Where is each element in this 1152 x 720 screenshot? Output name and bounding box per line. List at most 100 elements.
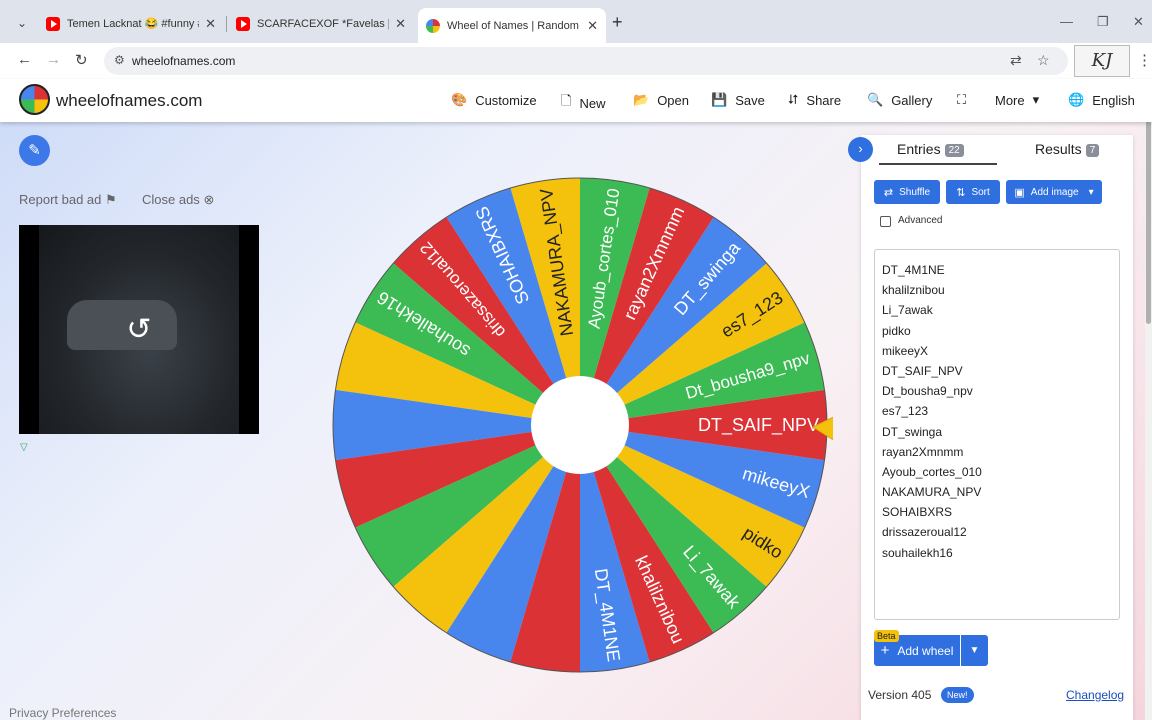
- entry-line: souhailekh16: [882, 545, 953, 560]
- main-page: ✎ Report bad ad ⚑ Close ads ⊗ ↺ ▽ Privac…: [0, 122, 1152, 720]
- folder-open-icon: 📂: [633, 92, 650, 107]
- close-window-icon[interactable]: ✕: [1133, 14, 1144, 30]
- entry-line: DT_swinga: [882, 424, 943, 439]
- tab-title: Wheel of Names | Random nam: [447, 19, 581, 32]
- active-tab-indicator: [879, 163, 997, 165]
- language-button[interactable]: 🌐 English: [1068, 92, 1135, 108]
- fullscreen-icon: ⛶: [957, 92, 967, 107]
- wheel-slice-label: DT_SAIF_NPV: [698, 415, 819, 436]
- share-button[interactable]: ⮃ Share: [788, 92, 841, 108]
- browser-menu-icon[interactable]: ⋮: [1137, 51, 1152, 69]
- entries-panel: Entries 22 Results 7 ⇄ Shuffle ⇅ Sort ▣ Add i…: [861, 135, 1133, 720]
- share-icon: ⮃: [788, 92, 799, 107]
- ad-video[interactable]: ↺: [19, 225, 259, 434]
- site-name[interactable]: wheelofnames.com: [56, 91, 202, 111]
- shuffle-button[interactable]: ⇄ Shuffle: [874, 180, 940, 204]
- edit-icon[interactable]: ✎: [19, 135, 50, 166]
- chevron-right-icon[interactable]: ›: [848, 137, 873, 162]
- tab-title: Temen Lacknat 😂 #funny #sho: [67, 18, 199, 30]
- replay-icon[interactable]: ↺: [119, 310, 159, 350]
- entry-line: DT_SAIF_NPV: [882, 363, 963, 378]
- close-tab-icon[interactable]: ✕: [205, 16, 216, 32]
- entry-line: khalilznibou: [882, 283, 945, 298]
- translate-icon[interactable]: ⇄: [1010, 52, 1022, 69]
- tab-results[interactable]: Results 7: [1035, 141, 1100, 157]
- back-icon[interactable]: ←: [17, 51, 32, 68]
- open-button[interactable]: 📂 Open: [633, 92, 689, 108]
- close-circle-icon: ⊗: [203, 192, 215, 207]
- chevron-down-icon: ▾: [1032, 92, 1040, 107]
- site-logo[interactable]: [19, 84, 50, 115]
- beta-badge: Beta: [874, 630, 899, 642]
- plus-icon: +: [880, 642, 890, 659]
- results-count-badge: 7: [1085, 144, 1100, 157]
- search-icon: 🔍: [867, 92, 884, 107]
- site-header: wheelofnames.com 🎨 Customize 🗋 New 📂 Open 💾…: [0, 79, 1152, 122]
- new-button[interactable]: 🗋 New: [561, 92, 605, 114]
- file-icon: 🗋: [561, 93, 572, 108]
- save-button[interactable]: 💾 Save: [711, 92, 765, 108]
- close-tab-icon[interactable]: ✕: [587, 18, 598, 34]
- forward-icon[interactable]: →: [46, 51, 61, 68]
- browser-toolbar: ← → ↻ ⚙ wheelofnames.com ⇄ ☆ KJ ⋮: [0, 43, 1152, 79]
- save-icon: 💾: [711, 92, 728, 107]
- tab-entries[interactable]: Entries 22: [897, 141, 964, 157]
- star-icon[interactable]: ☆: [1037, 52, 1050, 69]
- version-text: Version 405: [868, 688, 932, 702]
- fullscreen-button[interactable]: ⛶: [957, 92, 974, 108]
- ad-choices-icon[interactable]: ▽: [20, 442, 28, 453]
- entry-line: mikeeyX: [882, 343, 929, 358]
- changelog-link[interactable]: Changelog: [1066, 688, 1124, 702]
- wheel-center-button[interactable]: [531, 376, 629, 474]
- tab-search-icon[interactable]: ⌄: [10, 12, 34, 34]
- advanced-checkbox[interactable]: [880, 216, 891, 227]
- tab-title: SCARFACEXOF *Favelas [BOBO: [257, 17, 389, 30]
- globe-icon: 🌐: [1068, 92, 1085, 107]
- minimize-icon[interactable]: —: [1060, 14, 1073, 29]
- youtube-icon: [46, 16, 60, 31]
- browser-tab-bar: ⌄ Temen Lacknat 😂 #funny #sho ✕ SCARFACE…: [0, 0, 1152, 43]
- sort-icon: ⇅: [956, 186, 966, 199]
- entry-line: DT_4M1NE: [882, 263, 945, 277]
- entry-line: SOHAIBXRS: [882, 505, 953, 520]
- entry-line: Ayoub_cortes_010: [882, 464, 982, 479]
- privacy-preferences-link[interactable]: Privacy Preferences: [9, 706, 116, 720]
- entry-line: NAKAMURA_NPV: [882, 485, 982, 500]
- entry-line: pidko: [882, 323, 911, 338]
- browser-tab-1[interactable]: Temen Lacknat 😂 #funny #sho ✕: [38, 8, 224, 39]
- add-image-button[interactable]: ▣ Add image ▾: [1006, 180, 1102, 204]
- wheel[interactable]: DT_4M1NE khalilznibouLi_7awakpidkomikeeyX…: [327, 164, 833, 684]
- address-bar[interactable]: ⚙ wheelofnames.com ⇄ ☆: [104, 47, 1068, 75]
- chevron-down-icon: ▾: [1088, 186, 1094, 198]
- close-ads-link[interactable]: Close ads ⊗: [142, 192, 214, 208]
- advanced-label: Advanced: [898, 215, 943, 226]
- entry-line: drissazeroual12: [882, 525, 967, 540]
- url-text: wheelofnames.com: [132, 54, 236, 68]
- browser-tab-2[interactable]: SCARFACEXOF *Favelas [BOBO ✕: [228, 8, 414, 39]
- image-icon: ▣: [1014, 186, 1025, 199]
- entries-count-badge: 22: [944, 144, 964, 157]
- report-bad-ad-link[interactable]: Report bad ad ⚑: [19, 192, 117, 208]
- shuffle-icon: ⇄: [883, 186, 894, 199]
- entries-textarea[interactable]: DT_4M1NE khalilznibou Li_7awak pidko mik…: [874, 249, 1120, 620]
- reload-icon[interactable]: ↻: [75, 51, 88, 69]
- flag-icon: ⚑: [105, 192, 117, 207]
- gallery-button[interactable]: 🔍 Gallery: [867, 92, 932, 108]
- entry-line: rayan2Xmnmm: [882, 444, 964, 459]
- restore-icon[interactable]: ❐: [1097, 14, 1109, 30]
- entry-line: Li_7awak: [882, 303, 933, 318]
- add-wheel-dropdown[interactable]: ▼: [961, 635, 988, 666]
- customize-button[interactable]: 🎨 Customize: [451, 92, 537, 108]
- close-tab-icon[interactable]: ✕: [395, 16, 406, 32]
- youtube-icon: [236, 16, 250, 31]
- browser-tab-3[interactable]: Wheel of Names | Random nam ✕: [418, 8, 606, 43]
- new-badge: New!: [941, 687, 974, 703]
- site-info-icon[interactable]: ⚙: [114, 53, 125, 67]
- sort-button[interactable]: ⇅ Sort: [946, 180, 1000, 204]
- wheel-icon: [426, 18, 440, 33]
- more-button[interactable]: More ▾: [995, 92, 1047, 108]
- entry-line: Dt_bousha9_npv: [882, 384, 973, 399]
- chevron-down-icon: ▼: [969, 645, 980, 656]
- profile-avatar[interactable]: KJ: [1074, 45, 1130, 77]
- new-tab-icon[interactable]: +: [612, 12, 623, 33]
